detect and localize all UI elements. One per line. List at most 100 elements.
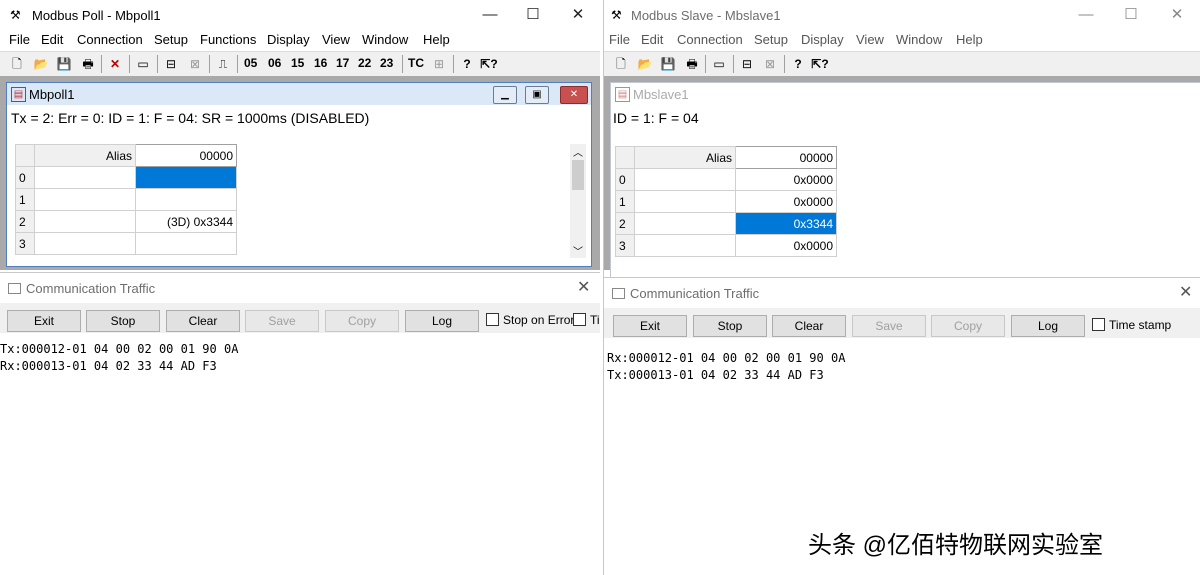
window-icon[interactable]: ▭	[134, 55, 152, 73]
poll-clear-button[interactable]: Clear	[166, 310, 240, 332]
poll-log-button[interactable]: Log	[405, 310, 479, 332]
alias-cell[interactable]	[34, 166, 136, 189]
mbslave1-titlebar: ▤ Mbslave1	[611, 83, 1200, 105]
mbpoll1-restore-button[interactable]: ▣	[525, 86, 549, 104]
slave-maximize-button[interactable]: ☐	[1111, 4, 1151, 26]
comm-window-icon	[612, 288, 625, 299]
alias-cell[interactable]	[634, 190, 736, 213]
slave-menu-help[interactable]: Help	[956, 32, 983, 47]
value-cell[interactable]: 0x0000	[735, 190, 837, 213]
poll-exit-button[interactable]: Exit	[7, 310, 81, 332]
poll-time-stamp-label: Ti	[590, 313, 600, 327]
poll-comm-title: Communication Traffic	[26, 281, 156, 296]
value-cell-selected[interactable]: 0x3344	[735, 212, 837, 235]
mbpoll1-register-grid: Alias 00000 0 1 2 (3D) 0x3344 3	[15, 144, 237, 255]
scroll-down-icon[interactable]: ﹀	[570, 243, 586, 258]
poll-close-button[interactable]: ✕	[558, 4, 598, 26]
print-icon[interactable]: 🖶	[79, 55, 97, 73]
delete-icon[interactable]: ✕	[106, 55, 124, 73]
poll-menu-window[interactable]: Window	[362, 32, 408, 47]
slave-menu-file[interactable]: File	[609, 32, 630, 47]
poll-menu-setup[interactable]: Setup	[154, 32, 188, 47]
function-22-button[interactable]: 22	[358, 56, 371, 70]
function-15-button[interactable]: 15	[291, 56, 304, 70]
slave-close-button[interactable]: ✕	[1157, 4, 1197, 26]
slave-comm-title: Communication Traffic	[630, 286, 760, 301]
open-folder-icon[interactable]: 📂	[636, 55, 654, 73]
context-help-icon[interactable]: ⇱?	[480, 55, 498, 73]
poll-stop-button[interactable]: Stop	[86, 310, 160, 332]
value-cell[interactable]: 0x0000	[735, 234, 837, 257]
mbpoll-doc-icon: ▤	[11, 87, 26, 102]
slave-window-title: Modbus Slave - Mbslave1	[631, 8, 781, 23]
function-06-button[interactable]: 06	[268, 56, 281, 70]
value-cell[interactable]	[135, 188, 237, 211]
poll-comm-close-icon[interactable]: ✕	[577, 277, 590, 297]
function-05-button[interactable]: 05	[244, 56, 257, 70]
print-icon[interactable]: 🖶	[683, 55, 701, 73]
slave-menu-display[interactable]: Display	[801, 32, 844, 47]
scroll-thumb[interactable]	[572, 160, 584, 190]
tc-button[interactable]: TC	[408, 56, 424, 70]
alias-cell[interactable]	[34, 210, 136, 233]
slave-menu-edit[interactable]: Edit	[641, 32, 663, 47]
slave-copy-button: Copy	[931, 315, 1005, 337]
window-icon[interactable]: ▭	[710, 55, 728, 73]
save-disk-icon[interactable]: 💾	[659, 55, 677, 73]
mbpoll1-vertical-scrollbar[interactable]: ︿ ﹀	[570, 144, 586, 258]
context-help-icon[interactable]: ⇱?	[811, 55, 829, 73]
poll-menu-view[interactable]: View	[322, 32, 350, 47]
slave-save-button: Save	[852, 315, 926, 337]
poll-copy-button: Copy	[325, 310, 399, 332]
slave-log-button[interactable]: Log	[1011, 315, 1085, 337]
poll-menu-connection[interactable]: Connection	[77, 32, 143, 47]
poll-menu-functions[interactable]: Functions	[200, 32, 256, 47]
poll-menu-file[interactable]: File	[9, 32, 30, 47]
connect-icon[interactable]: ⊟	[162, 55, 180, 73]
slave-menu-view[interactable]: View	[856, 32, 884, 47]
slave-exit-button[interactable]: Exit	[613, 315, 687, 337]
slave-menu-connection[interactable]: Connection	[677, 32, 743, 47]
stop-on-error-label: Stop on Error	[503, 313, 575, 327]
poll-menu-edit[interactable]: Edit	[41, 32, 63, 47]
slave-clear-button[interactable]: Clear	[772, 315, 846, 337]
help-icon[interactable]: ?	[458, 55, 476, 73]
value-cell[interactable]: 0x0000	[735, 168, 837, 191]
alias-cell[interactable]	[634, 212, 736, 235]
save-disk-icon[interactable]: 💾	[55, 55, 73, 73]
value-cell[interactable]: (3D) 0x3344	[135, 210, 237, 233]
value-column-header: 00000	[735, 146, 837, 169]
poll-menu-help[interactable]: Help	[423, 32, 450, 47]
slave-minimize-button[interactable]: —	[1066, 4, 1106, 26]
value-cell-selected[interactable]	[135, 166, 237, 189]
poll-time-stamp-checkbox[interactable]: Ti	[573, 313, 600, 327]
slave-menu-window[interactable]: Window	[896, 32, 942, 47]
alias-cell[interactable]	[34, 188, 136, 211]
pulse-icon[interactable]: ⎍	[214, 55, 232, 73]
poll-menu-display[interactable]: Display	[267, 32, 310, 47]
poll-minimize-button[interactable]: —	[470, 4, 510, 26]
slave-stop-button[interactable]: Stop	[693, 315, 767, 337]
modbus-poll-window: ⚒ Modbus Poll - Mbpoll1 — ☐ ✕ File Edit …	[0, 0, 600, 575]
alias-cell[interactable]	[634, 168, 736, 191]
alias-cell[interactable]	[634, 234, 736, 257]
open-folder-icon[interactable]: 📂	[32, 55, 50, 73]
function-16-button[interactable]: 16	[314, 56, 327, 70]
new-file-icon[interactable]: 🗋	[612, 55, 630, 73]
alias-cell[interactable]	[34, 232, 136, 255]
new-file-icon[interactable]: 🗋	[8, 55, 26, 73]
stop-on-error-checkbox[interactable]: Stop on Error	[486, 313, 574, 327]
scroll-up-icon[interactable]: ︿	[570, 144, 586, 159]
poll-maximize-button[interactable]: ☐	[513, 4, 553, 26]
mbpoll1-minimize-button[interactable]: ▁	[493, 86, 517, 104]
row-index: 0	[615, 168, 635, 191]
function-23-button[interactable]: 23	[380, 56, 393, 70]
connect-icon[interactable]: ⊟	[738, 55, 756, 73]
mbpoll1-close-button[interactable]: ✕	[560, 86, 588, 104]
slave-time-stamp-checkbox[interactable]: Time stamp	[1092, 318, 1171, 332]
slave-menu-setup[interactable]: Setup	[754, 32, 788, 47]
slave-comm-close-icon[interactable]: ✕	[1179, 282, 1192, 302]
function-17-button[interactable]: 17	[336, 56, 349, 70]
help-icon[interactable]: ?	[789, 55, 807, 73]
value-cell[interactable]	[135, 232, 237, 255]
